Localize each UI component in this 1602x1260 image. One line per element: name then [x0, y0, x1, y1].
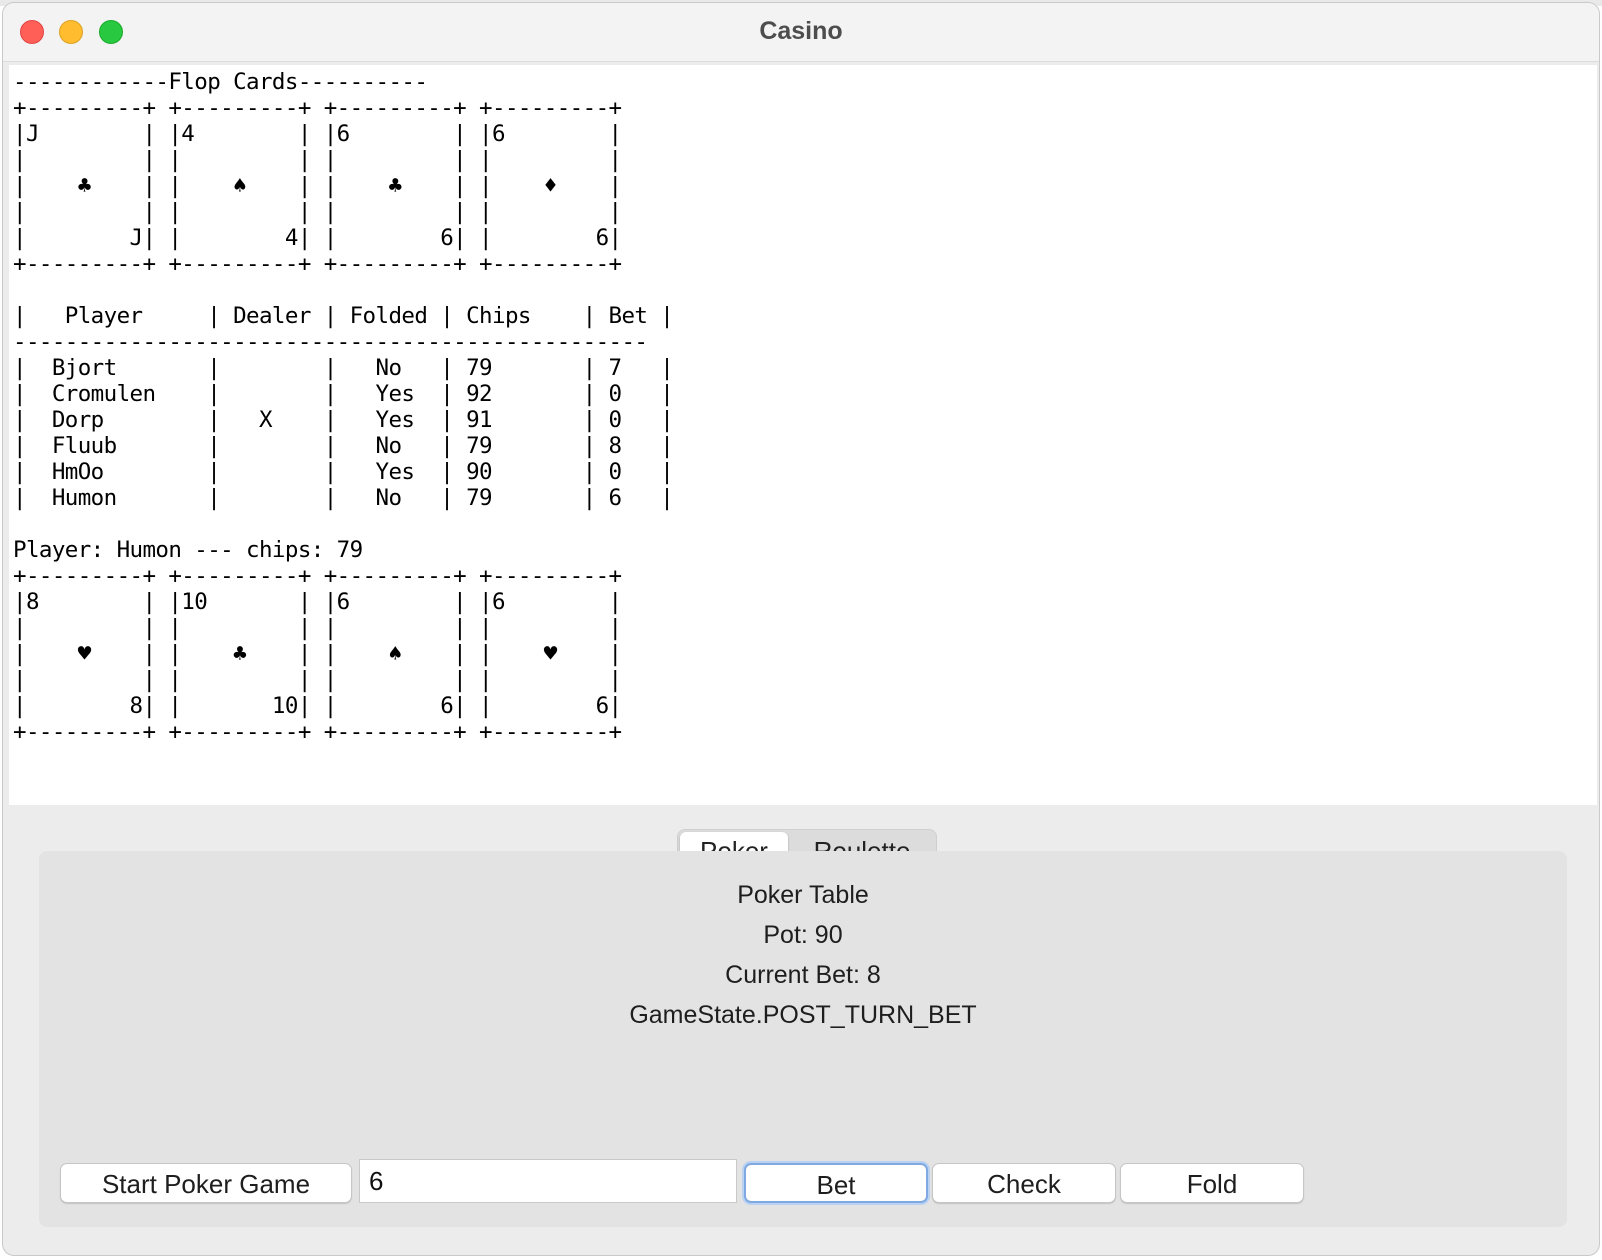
console-line: | | | | | | | |: [13, 199, 622, 225]
console-line: | HmOo | | Yes | 90 | 0 |: [13, 459, 674, 485]
casino-window: Casino ------------Flop Cards---------- …: [2, 2, 1600, 1256]
bet-button[interactable]: Bet: [744, 1163, 928, 1203]
console-line: | | | | | | | |: [13, 147, 622, 173]
console-line: | 8| | 10| | 6| | 6|: [13, 693, 622, 719]
console-line: | ♣ | | ♠ | | ♣ | | ♦ |: [13, 173, 622, 199]
poker-table-title: Poker Table: [737, 881, 869, 909]
console-line: Player: Humon --- chips: 79: [13, 537, 363, 563]
window-title: Casino: [759, 17, 843, 45]
console-line: ----------------------------------------…: [13, 329, 648, 355]
console-line: | Humon | | No | 79 | 6 |: [13, 485, 674, 511]
game-state-label: GameState.POST_TURN_BET: [629, 1001, 977, 1029]
console-line: | ♥ | | ♣ | | ♠ | | ♥ |: [13, 641, 622, 667]
check-button[interactable]: Check: [932, 1163, 1116, 1203]
console-line: +---------+ +---------+ +---------+ +---…: [13, 251, 622, 277]
console-line: | J| | 4| | 6| | 6|: [13, 225, 622, 251]
console-line: | Dorp | X | Yes | 91 | 0 |: [13, 407, 674, 433]
console-line: | | | | | | | |: [13, 667, 622, 693]
game-output-console[interactable]: ------------Flop Cards---------- +------…: [9, 65, 1597, 805]
title-bar: Casino: [3, 3, 1599, 62]
console-line: | | | | | | | |: [13, 615, 622, 641]
pot-label: Pot: 90: [763, 921, 843, 949]
console-line: |J | |4 | |6 | |6 |: [13, 121, 622, 147]
console-line: +---------+ +---------+ +---------+ +---…: [13, 563, 622, 589]
bet-amount-input[interactable]: 6: [359, 1159, 737, 1203]
console-line: | Fluub | | No | 79 | 8 |: [13, 433, 674, 459]
console-line: +---------+ +---------+ +---------+ +---…: [13, 95, 622, 121]
console-text: ------------Flop Cards---------- +------…: [13, 69, 674, 745]
start-poker-game-button[interactable]: Start Poker Game: [60, 1163, 352, 1203]
console-line: | Player | Dealer | Folded | Chips | Bet…: [13, 303, 674, 329]
fold-button[interactable]: Fold: [1120, 1163, 1304, 1203]
console-line: | Cromulen | | Yes | 92 | 0 |: [13, 381, 674, 407]
console-line: |8 | |10 | |6 | |6 |: [13, 589, 622, 615]
console-line: ------------Flop Cards----------: [13, 69, 428, 95]
console-line: +---------+ +---------+ +---------+ +---…: [13, 719, 622, 745]
current-bet-label: Current Bet: 8: [725, 961, 881, 989]
console-line: | Bjort | | No | 79 | 7 |: [13, 355, 674, 381]
